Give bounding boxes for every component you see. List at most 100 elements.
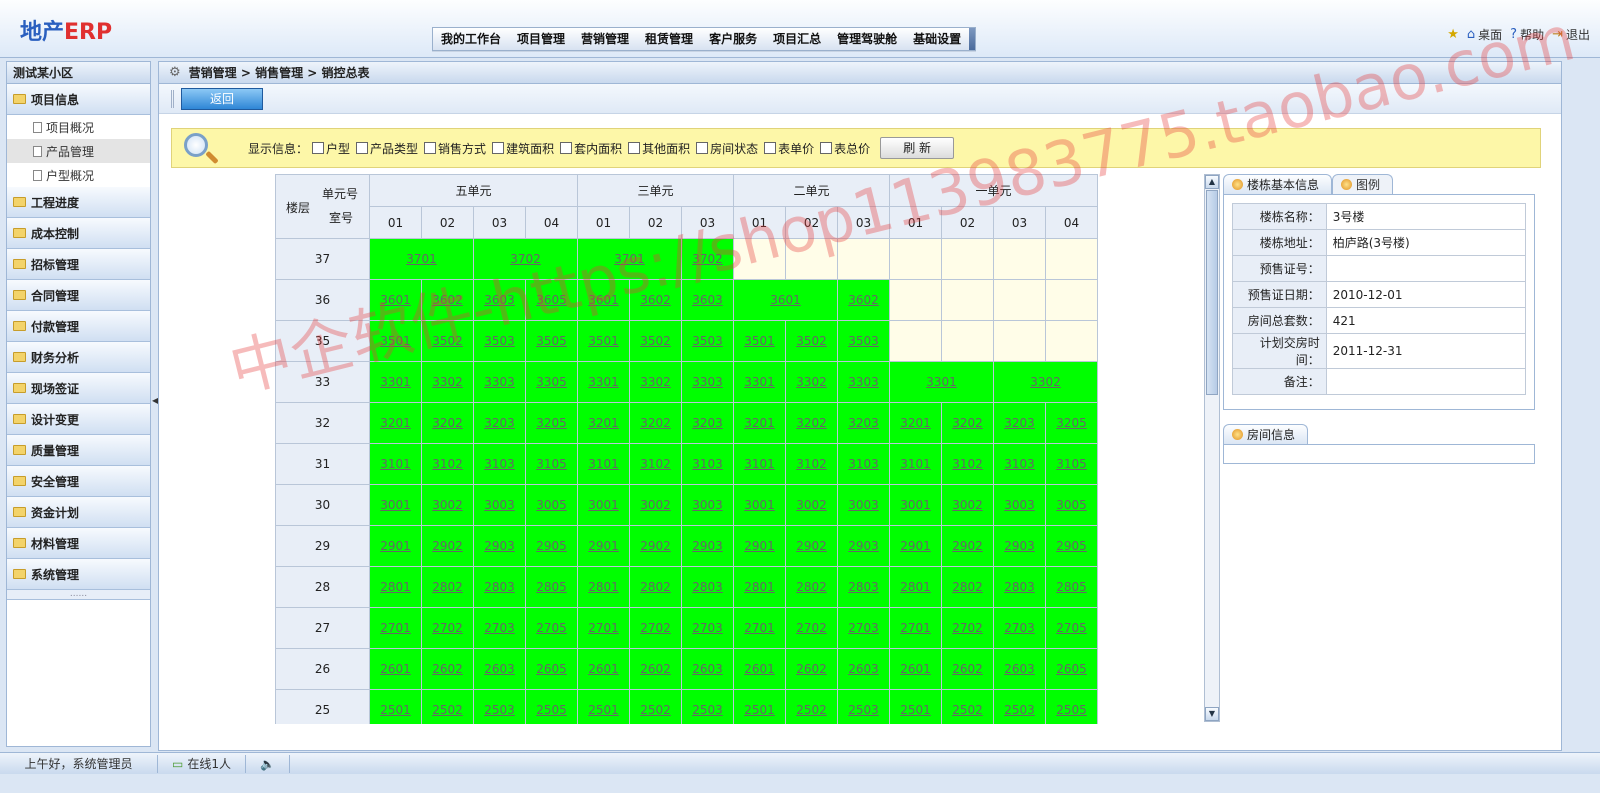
room-cell[interactable]: 3603: [681, 279, 734, 321]
room-link[interactable]: 3003: [484, 498, 515, 512]
room-link[interactable]: 3302: [1030, 375, 1061, 389]
logout-link[interactable]: ⇥ 退出: [1552, 26, 1590, 43]
room-link[interactable]: 3203: [484, 416, 515, 430]
room-link[interactable]: 2801: [744, 580, 775, 594]
room-link[interactable]: 2601: [380, 662, 411, 676]
room-cell[interactable]: 2801: [733, 566, 786, 608]
room-cell[interactable]: 2703: [837, 607, 890, 649]
room-link[interactable]: 3202: [796, 416, 827, 430]
room-link[interactable]: 2803: [848, 580, 879, 594]
room-cell[interactable]: 3102: [629, 443, 682, 485]
room-cell[interactable]: 2802: [785, 566, 838, 608]
room-link[interactable]: 2602: [640, 662, 671, 676]
room-link[interactable]: 2605: [536, 662, 567, 676]
room-link[interactable]: 2903: [484, 539, 515, 553]
room-cell[interactable]: 2803: [681, 566, 734, 608]
nav-item[interactable]: 租赁管理: [637, 28, 701, 50]
room-link[interactable]: 3502: [796, 334, 827, 348]
room-link[interactable]: 3105: [1056, 457, 1087, 471]
room-cell[interactable]: 2503: [681, 689, 734, 724]
room-link[interactable]: 2502: [952, 703, 983, 717]
room-link[interactable]: 2803: [1004, 580, 1035, 594]
room-link[interactable]: 3001: [744, 498, 775, 512]
room-link[interactable]: 3101: [744, 457, 775, 471]
room-link[interactable]: 3502: [640, 334, 671, 348]
room-cell[interactable]: 2901: [889, 525, 942, 567]
room-link[interactable]: 3005: [536, 498, 567, 512]
tab-room-info[interactable]: 房间信息: [1223, 424, 1309, 444]
room-cell[interactable]: 2602: [785, 648, 838, 690]
room-link[interactable]: 2702: [432, 621, 463, 635]
room-cell[interactable]: 3103: [473, 443, 526, 485]
room-cell[interactable]: 2702: [785, 607, 838, 649]
nav-item[interactable]: 管理驾驶舱: [829, 28, 905, 50]
room-cell[interactable]: 2701: [369, 607, 422, 649]
room-link[interactable]: 3502: [432, 334, 463, 348]
room-cell[interactable]: 3201: [733, 402, 786, 444]
room-link[interactable]: 3103: [1004, 457, 1035, 471]
grid-scrollbar[interactable]: ▲ ▼: [1204, 174, 1220, 722]
sidebar-group[interactable]: 项目信息: [7, 84, 150, 115]
favorite-link[interactable]: ★: [1447, 26, 1459, 43]
room-cell[interactable]: 3002: [941, 484, 994, 526]
room-link[interactable]: 2905: [1056, 539, 1087, 553]
room-link[interactable]: 2701: [744, 621, 775, 635]
room-link[interactable]: 2701: [380, 621, 411, 635]
room-cell[interactable]: 2902: [941, 525, 994, 567]
room-link[interactable]: 3201: [588, 416, 619, 430]
room-link[interactable]: 3701: [614, 252, 645, 266]
room-link[interactable]: 3105: [536, 457, 567, 471]
room-cell[interactable]: 3602: [837, 279, 890, 321]
room-cell[interactable]: 3501: [577, 320, 630, 362]
nav-item[interactable]: 项目汇总: [765, 28, 829, 50]
room-cell[interactable]: 2903: [993, 525, 1046, 567]
sidebar-group[interactable]: 招标管理: [7, 249, 150, 280]
room-cell[interactable]: 2602: [421, 648, 474, 690]
room-cell[interactable]: 2801: [369, 566, 422, 608]
room-link[interactable]: 3002: [952, 498, 983, 512]
room-link[interactable]: 2603: [848, 662, 879, 676]
room-cell[interactable]: 3101: [733, 443, 786, 485]
room-cell[interactable]: 3201: [889, 402, 942, 444]
room-link[interactable]: 2502: [796, 703, 827, 717]
room-cell[interactable]: 3303: [837, 361, 890, 403]
room-cell[interactable]: 3101: [577, 443, 630, 485]
room-link[interactable]: 2503: [484, 703, 515, 717]
room-cell[interactable]: 2603: [837, 648, 890, 690]
room-link[interactable]: 2801: [588, 580, 619, 594]
room-link[interactable]: 3001: [588, 498, 619, 512]
room-link[interactable]: 3103: [848, 457, 879, 471]
room-link[interactable]: 3701: [406, 252, 437, 266]
room-cell[interactable]: 2503: [837, 689, 890, 724]
room-link[interactable]: 3205: [536, 416, 567, 430]
room-cell[interactable]: 3702: [473, 238, 578, 280]
room-cell[interactable]: 2702: [941, 607, 994, 649]
room-cell[interactable]: 3502: [421, 320, 474, 362]
room-cell[interactable]: 2801: [577, 566, 630, 608]
room-link[interactable]: 2802: [432, 580, 463, 594]
help-link[interactable]: ? 帮助: [1510, 26, 1544, 43]
room-link[interactable]: 3501: [588, 334, 619, 348]
sidebar-group[interactable]: 材料管理: [7, 528, 150, 559]
room-cell[interactable]: 3002: [421, 484, 474, 526]
room-cell[interactable]: 2905: [525, 525, 578, 567]
back-button[interactable]: 返回: [181, 88, 263, 110]
room-link[interactable]: 3101: [380, 457, 411, 471]
room-link[interactable]: 2601: [588, 662, 619, 676]
room-cell[interactable]: 2903: [473, 525, 526, 567]
room-link[interactable]: 2801: [900, 580, 931, 594]
room-cell[interactable]: 3503: [837, 320, 890, 362]
room-cell[interactable]: 3001: [369, 484, 422, 526]
room-link[interactable]: 3501: [744, 334, 775, 348]
nav-item[interactable]: 基础设置: [905, 28, 969, 50]
room-cell[interactable]: 3103: [681, 443, 734, 485]
scroll-up-icon[interactable]: ▲: [1205, 175, 1219, 189]
sidebar-group[interactable]: 财务分析: [7, 342, 150, 373]
room-link[interactable]: 3002: [640, 498, 671, 512]
room-link[interactable]: 2501: [588, 703, 619, 717]
room-cell[interactable]: 3003: [993, 484, 1046, 526]
room-cell[interactable]: 2501: [733, 689, 786, 724]
room-link[interactable]: 2801: [380, 580, 411, 594]
refresh-button[interactable]: 刷 新: [880, 137, 955, 159]
room-cell[interactable]: 3002: [629, 484, 682, 526]
